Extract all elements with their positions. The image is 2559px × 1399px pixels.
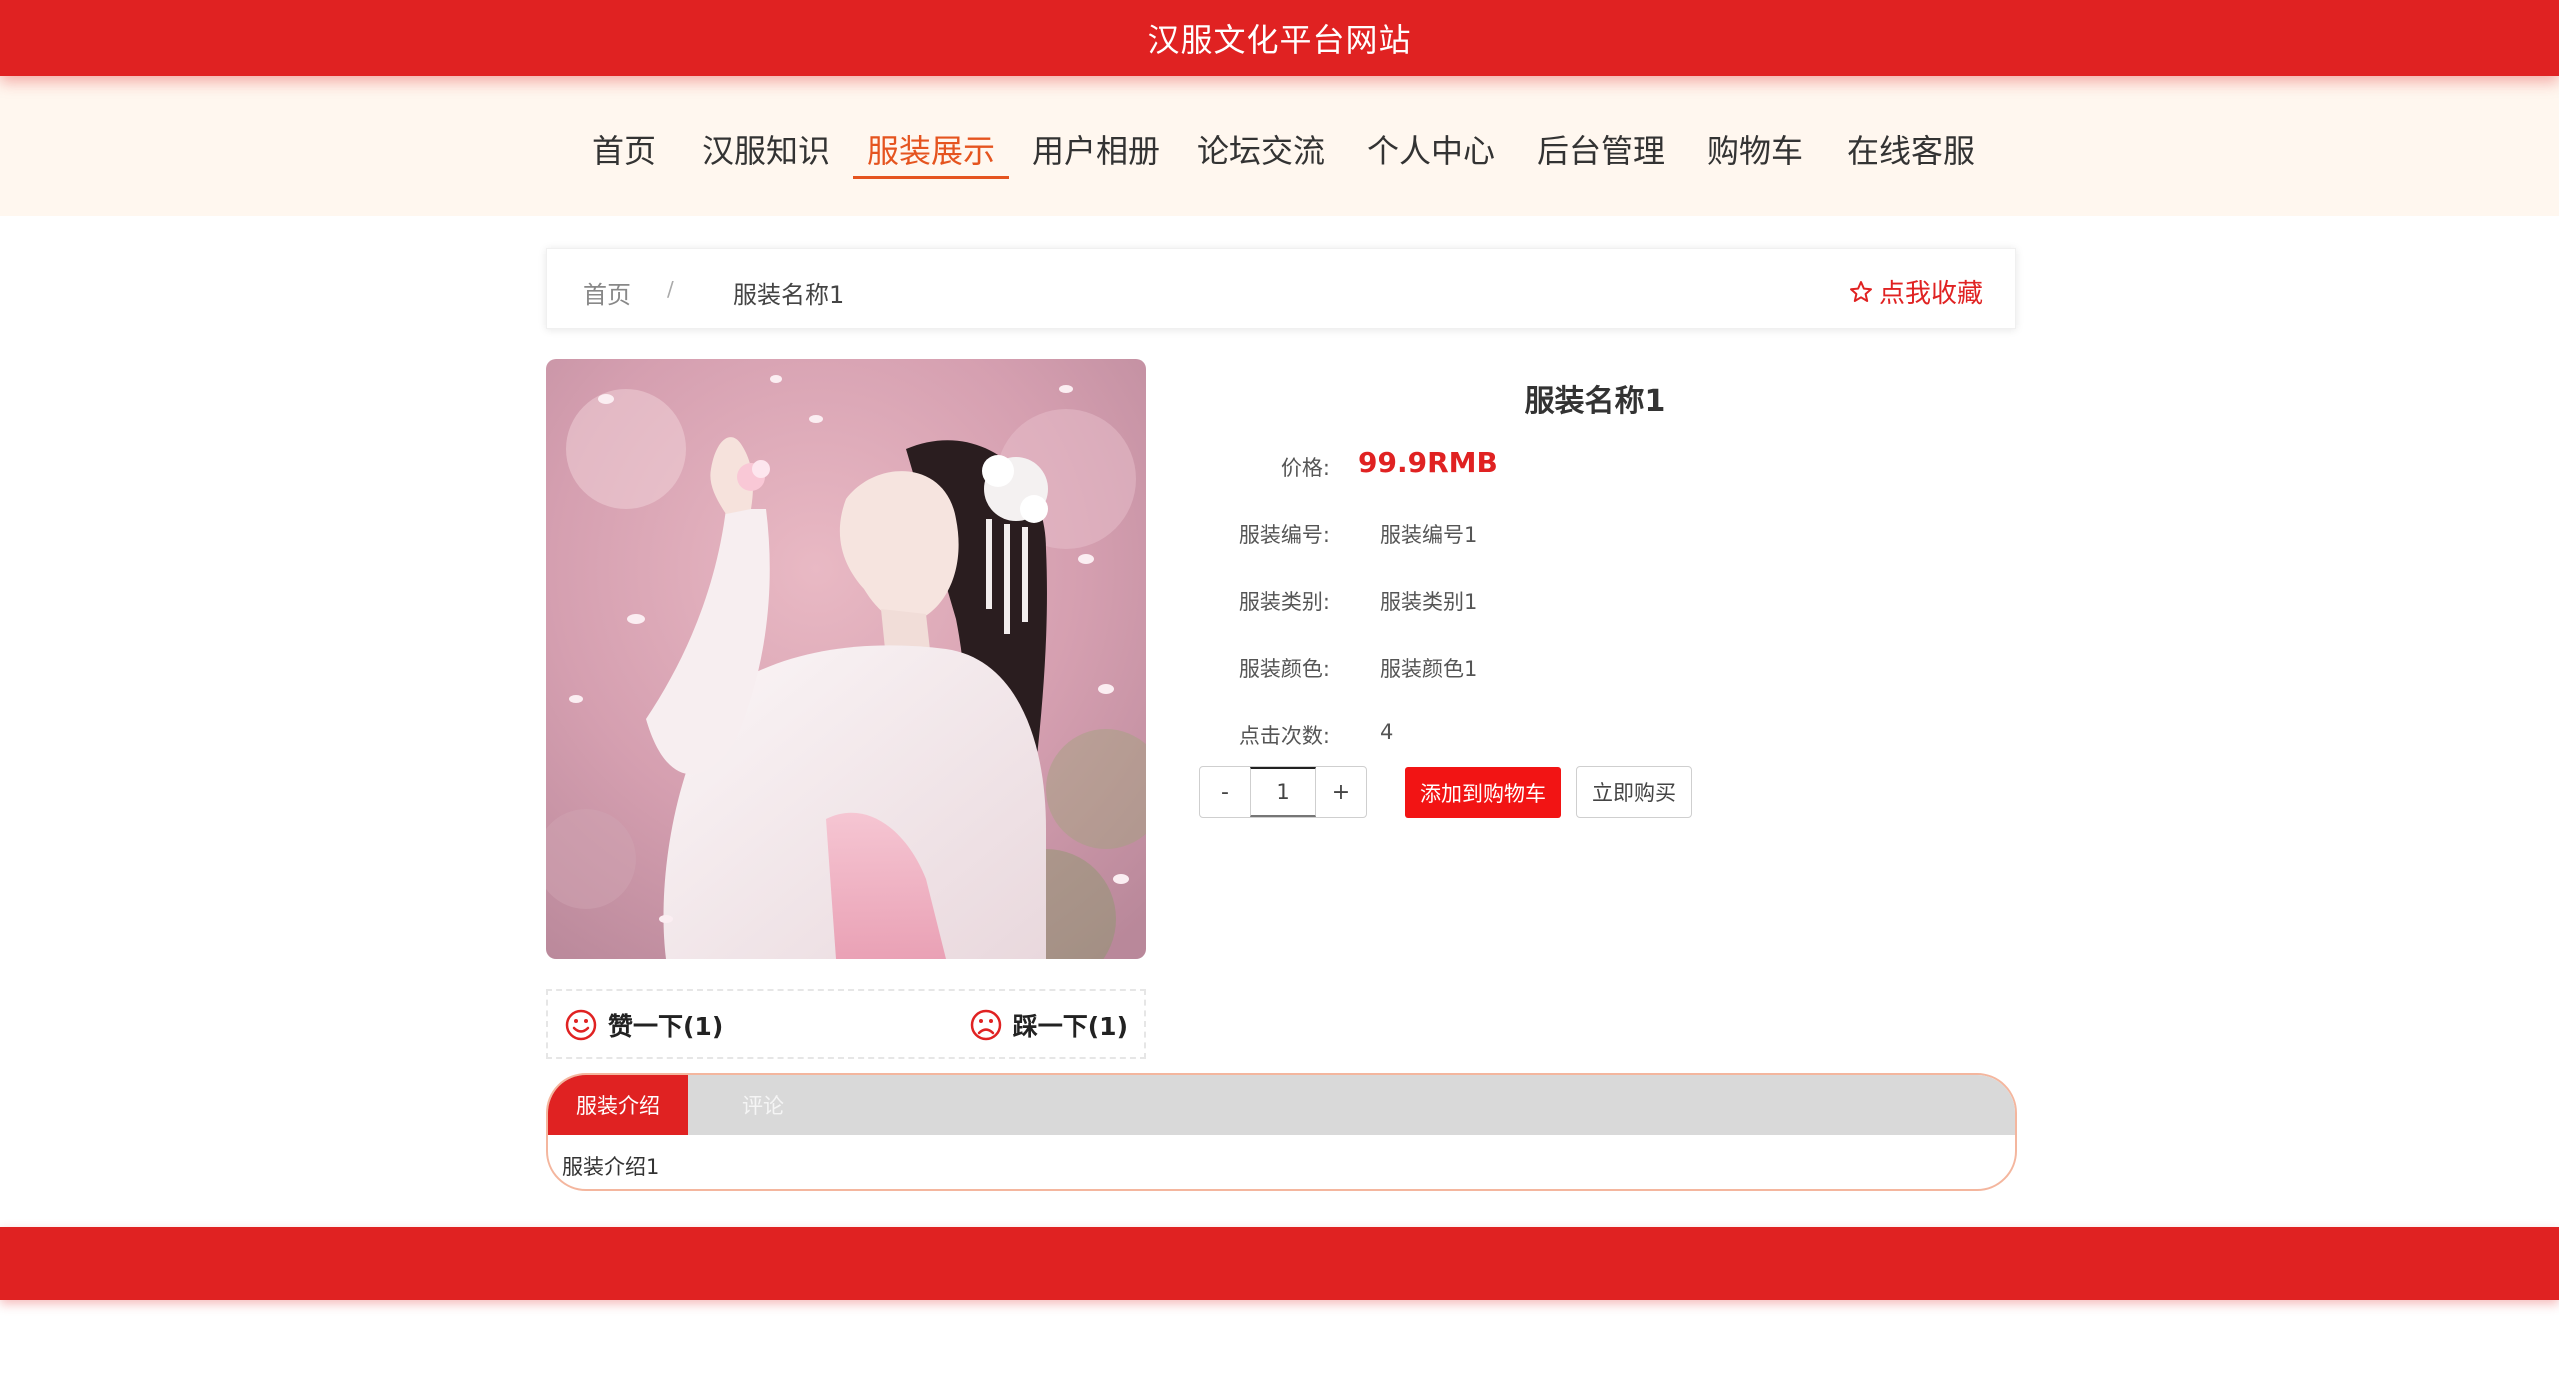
field-label-color: 服装颜色: [1238,657,1330,681]
breadcrumb-separator: / [667,277,674,301]
add-to-cart-button[interactable]: 添加到购物车 [1405,767,1561,818]
site-footer [0,1227,2559,1300]
nav-item-clothing-showcase[interactable]: 服装展示 [852,126,1010,179]
tab-content: 服装介绍1 [562,1155,660,1179]
quantity-input[interactable] [1250,767,1316,817]
frown-icon [970,1009,1001,1041]
product-image [546,359,1146,959]
buy-now-button[interactable]: 立即购买 [1576,766,1692,818]
price-value: 99.9RMB [1358,446,1498,479]
hanfu-photo [546,359,1146,959]
favorite-button[interactable]: 点我收藏 [1849,273,1983,310]
nav-item-admin[interactable]: 后台管理 [1537,126,1665,178]
field-value-code: 服装编号1 [1380,523,1478,547]
breadcrumb-current: 服装名称1 [733,281,845,309]
field-label-category: 服装类别: [1238,590,1330,614]
field-value-category: 服装类别1 [1380,590,1478,614]
quantity-stepper: - + [1199,766,1367,818]
tab-clothing-intro[interactable]: 服装介绍 [548,1075,688,1135]
like-label: 赞一下(1) [608,1012,724,1041]
breadcrumb-home-link[interactable]: 首页 [583,275,631,310]
breadcrumb: 首页 / 服装名称1 点我收藏 [546,248,2016,329]
nav-item-forum[interactable]: 论坛交流 [1197,126,1325,178]
field-value-clicks: 4 [1380,720,1394,744]
detail-tabs: 服装介绍 评论 服装介绍1 [546,1073,2017,1191]
price-label: 价格: [1280,456,1330,480]
dislike-label: 踩一下(1) [1012,1012,1128,1041]
quantity-increase-button[interactable]: + [1316,767,1366,817]
nav-item-personal-center[interactable]: 个人中心 [1367,126,1495,178]
site-title: 汉服文化平台网站 [1147,21,1412,59]
nav-item-cart[interactable]: 购物车 [1707,126,1803,178]
vote-bar: 赞一下(1) 踩一下(1) [546,989,1146,1059]
field-value-color: 服装颜色1 [1380,657,1478,681]
favorite-label: 点我收藏 [1878,279,1983,309]
nav-item-home[interactable]: 首页 [592,126,656,178]
quantity-decrease-button[interactable]: - [1200,767,1250,817]
star-outline-icon [1849,280,1872,302]
site-header: 汉服文化平台网站 [0,0,2559,76]
nav-item-user-album[interactable]: 用户相册 [1032,126,1160,178]
tab-header: 服装介绍 评论 [548,1075,2015,1135]
nav-item-online-service[interactable]: 在线客服 [1847,126,1975,178]
nav-item-hanfu-knowledge[interactable]: 汉服知识 [702,126,830,178]
product-name: 服装名称1 [1524,384,1666,419]
tab-comments[interactable]: 评论 [688,1075,838,1135]
field-label-code: 服装编号: [1238,523,1330,547]
field-label-clicks: 点击次数: [1238,724,1330,748]
like-button[interactable]: 赞一下(1) [564,1007,723,1043]
main-nav: 首页 汉服知识 服装展示 用户相册 论坛交流 个人中心 后台管理 购物车 在线客… [0,76,2559,216]
smile-icon [565,1009,597,1041]
dislike-button[interactable]: 踩一下(1) [969,1007,1128,1043]
